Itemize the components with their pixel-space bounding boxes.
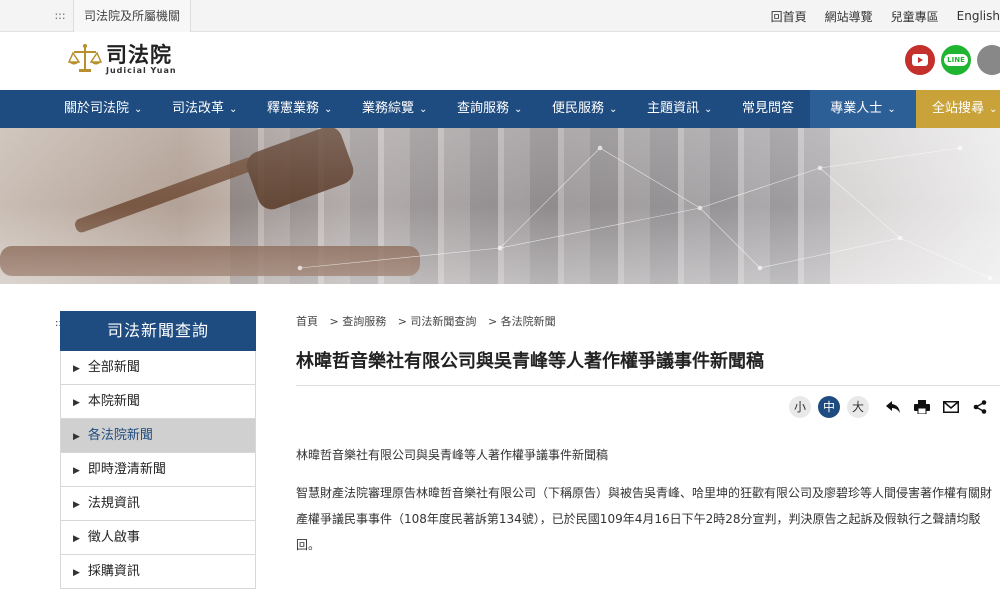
nav-site-search[interactable]: 全站搜尋 ⌄ xyxy=(916,90,1000,128)
sidebar-title: 司法新聞查詢 xyxy=(60,311,256,351)
sidebar-item-label: 法規資訊 xyxy=(87,496,140,511)
sidebar-item-label: 採購資訊 xyxy=(87,564,140,579)
nav-public-label: 便民服務 xyxy=(552,101,605,116)
chevron-down-icon: ⌄ xyxy=(609,104,618,115)
top-links: 回首頁 網站導覽 兒童專區 English xyxy=(753,0,1000,32)
sidebar-item-all-news[interactable]: ▶ 全部新聞 xyxy=(60,351,256,385)
sidebar-item-label: 全部新聞 xyxy=(87,360,140,375)
font-size-medium-button[interactable]: 中 xyxy=(818,396,840,418)
nav-reform-label: 司法改革 xyxy=(172,101,225,116)
logo-subtitle: Judicial Yuan xyxy=(106,65,177,75)
more-icon[interactable] xyxy=(977,45,1000,75)
banner-overlay xyxy=(0,128,1000,284)
sidebar-item-label: 徵人啟事 xyxy=(87,530,140,545)
triangle-right-icon: ▶ xyxy=(73,466,80,476)
breadcrumb-current[interactable]: > 各法院新聞 xyxy=(488,315,556,328)
scales-icon xyxy=(68,44,102,72)
main-nav: 關於司法院 ⌄ 司法改革 ⌄ 釋憲業務 ⌄ 業務綜覽 ⌄ 查詢服務 ⌄ 便民服務 ⌄ 主題資… xyxy=(0,90,1000,128)
nav-constitutional-label: 釋憲業務 xyxy=(267,101,320,116)
nav-about-label: 關於司法院 xyxy=(64,101,130,116)
english-link[interactable]: English xyxy=(957,9,1000,23)
page-title: 林暐哲音樂社有限公司與吳青峰等人著作權爭議事件新聞稿 xyxy=(296,351,764,372)
chevron-down-icon: ⌄ xyxy=(324,104,333,115)
triangle-right-icon: ▶ xyxy=(73,432,80,442)
mail-icon[interactable] xyxy=(939,396,963,418)
breadcrumb-news-query[interactable]: > 司法新聞查詢 xyxy=(398,315,477,328)
breadcrumb: 首頁 > 查詢服務 > 司法新聞查詢 > 各法院新聞 xyxy=(296,313,564,329)
font-size-large-button[interactable]: 大 xyxy=(847,396,869,418)
sidebar-item-jobs[interactable]: ▶ 徵人啟事 xyxy=(60,521,256,555)
hero-banner xyxy=(0,128,1000,284)
article-paragraph: 智慧財產法院審理原告林暐哲音樂社有限公司（下稱原告）與被告吳青峰、哈里坤的狂歡有… xyxy=(296,486,993,552)
sidebar-item-label: 即時澄清新聞 xyxy=(87,462,166,477)
chevron-down-icon: ⌄ xyxy=(514,104,523,115)
agency-selector[interactable]: 司法院及所屬機關 xyxy=(73,0,192,32)
site-header: 司法院 Judicial Yuan LINE xyxy=(0,32,1000,90)
sidebar-item-court-news[interactable]: ▶ 各法院新聞 xyxy=(60,419,256,453)
line-icon-label: LINE xyxy=(944,54,968,66)
social-links: LINE xyxy=(905,45,1000,75)
sidebar-item-clarifications[interactable]: ▶ 即時澄清新聞 xyxy=(60,453,256,487)
breadcrumb-home[interactable]: 首頁 xyxy=(296,315,318,328)
sidebar: 司法新聞查詢 ▶ 全部新聞 ▶ 本院新聞 ▶ 各法院新聞 ▶ 即時澄清新聞 ▶ 法規資訊 … xyxy=(60,311,256,589)
title-divider xyxy=(296,385,1000,386)
sidebar-item-label: 本院新聞 xyxy=(87,394,140,409)
sidebar-item-regulations[interactable]: ▶ 法規資訊 xyxy=(60,487,256,521)
nav-overview[interactable]: 業務綜覽 ⌄ xyxy=(362,90,427,128)
triangle-right-icon: ▶ xyxy=(73,500,80,510)
logo-title: 司法院 xyxy=(106,42,172,67)
chevron-down-icon: ⌄ xyxy=(134,104,143,115)
font-size-small-button[interactable]: 小 xyxy=(789,396,811,418)
line-icon[interactable]: LINE xyxy=(941,45,971,75)
nav-about[interactable]: 關於司法院 ⌄ xyxy=(64,90,142,128)
chevron-down-icon: ⌄ xyxy=(989,104,998,115)
top-bar: ::: 司法院及所屬機關 回首頁 網站導覽 兒童專區 English xyxy=(0,0,1000,32)
nav-topics-label: 主題資訊 xyxy=(647,101,700,116)
sidebar-item-procurement[interactable]: ▶ 採購資訊 xyxy=(60,555,256,589)
triangle-right-icon: ▶ xyxy=(73,568,80,578)
nav-faq-label: 常見問答 xyxy=(742,101,795,116)
chevron-down-icon: ⌄ xyxy=(887,104,896,115)
sidebar-item-yuan-news[interactable]: ▶ 本院新聞 xyxy=(60,385,256,419)
nav-query-label: 查詢服務 xyxy=(457,101,510,116)
back-icon[interactable] xyxy=(881,396,905,418)
youtube-icon[interactable] xyxy=(905,45,935,75)
sitemap-link[interactable]: 網站導覽 xyxy=(825,8,873,25)
site-logo[interactable]: 司法院 Judicial Yuan xyxy=(68,42,177,76)
nav-public[interactable]: 便民服務 ⌄ xyxy=(552,90,617,128)
kids-link[interactable]: 兒童專區 xyxy=(891,8,939,25)
nav-professionals-label: 專業人士 xyxy=(830,101,883,116)
triangle-right-icon: ▶ xyxy=(73,534,80,544)
chevron-down-icon: ⌄ xyxy=(704,104,713,115)
nav-faq[interactable]: 常見問答 xyxy=(742,90,794,128)
nav-topics[interactable]: 主題資訊 ⌄ xyxy=(647,90,712,128)
nav-query[interactable]: 查詢服務 ⌄ xyxy=(457,90,522,128)
chevron-down-icon: ⌄ xyxy=(419,104,428,115)
triangle-right-icon: ▶ xyxy=(73,398,80,408)
sidebar-item-label: 各法院新聞 xyxy=(87,428,153,443)
triangle-right-icon: ▶ xyxy=(73,364,80,374)
print-icon[interactable] xyxy=(910,396,934,418)
nav-site-search-label: 全站搜尋 xyxy=(932,101,985,116)
article-paragraph: 林暐哲音樂社有限公司與吳青峰等人著作權爭議事件新聞稿 xyxy=(296,448,609,462)
chevron-down-icon: ⌄ xyxy=(229,104,238,115)
nav-reform[interactable]: 司法改革 ⌄ xyxy=(172,90,237,128)
grid-menu-icon[interactable]: ::: xyxy=(47,0,73,32)
nav-overview-label: 業務綜覽 xyxy=(362,101,415,116)
article-toolbar: 小 中 大 xyxy=(789,396,992,418)
nav-professionals[interactable]: 專業人士 ⌄ xyxy=(810,90,916,128)
home-link[interactable]: 回首頁 xyxy=(771,8,807,25)
breadcrumb-query[interactable]: > 查詢服務 xyxy=(330,315,387,328)
nav-constitutional[interactable]: 釋憲業務 ⌄ xyxy=(267,90,332,128)
share-icon[interactable] xyxy=(968,396,992,418)
